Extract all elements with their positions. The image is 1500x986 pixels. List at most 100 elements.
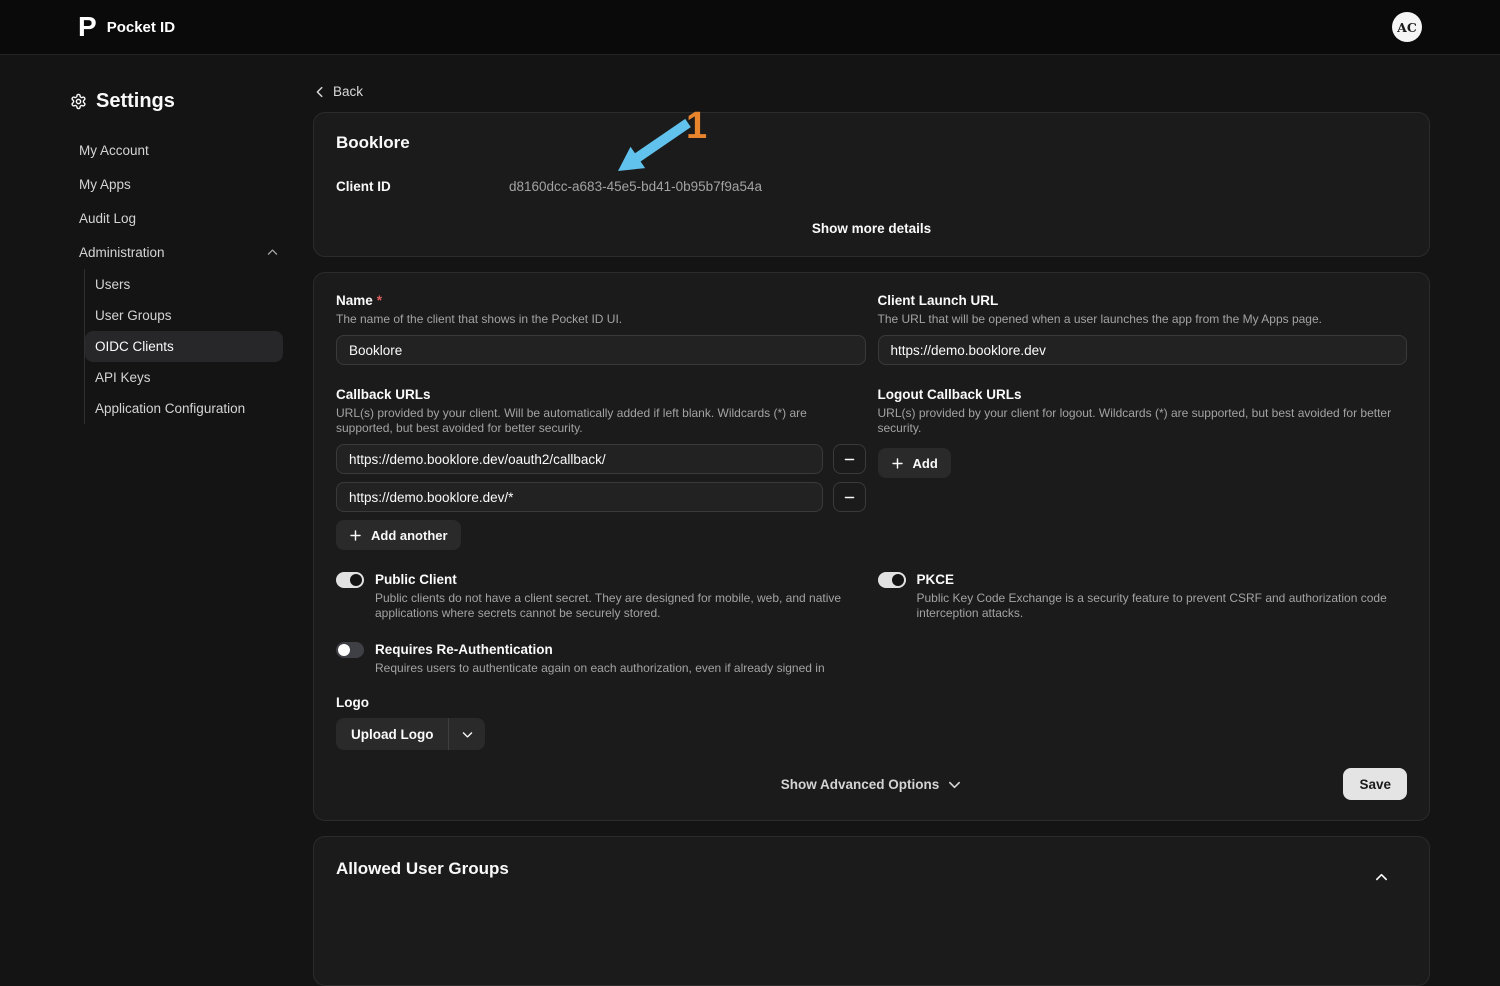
sidebar-item-api-keys[interactable]: API Keys (85, 362, 283, 393)
client-edit-card: Name * The name of the client that shows… (313, 272, 1430, 821)
sidebar-item-label: My Account (79, 143, 149, 158)
show-advanced-options-label: Show Advanced Options (781, 777, 940, 792)
upload-logo-split-button: Upload Logo (336, 718, 485, 750)
callback-url-row (336, 482, 866, 512)
sidebar-title: Settings (70, 90, 283, 113)
sidebar-item-label: My Apps (79, 177, 131, 192)
logo-field-group: Logo Upload Logo (336, 695, 866, 750)
form-footer: Show Advanced Options Save (336, 768, 1407, 800)
save-button[interactable]: Save (1343, 768, 1407, 800)
allowed-user-groups-title: Allowed User Groups (336, 859, 509, 879)
show-more-details-button[interactable]: Show more details (336, 221, 1407, 236)
left-toggles-group: Public Client Public clients do not have… (336, 572, 866, 750)
client-id-value: d8160dcc-a683-45e5-bd41-0b95b7f9a54a (509, 179, 762, 194)
callback-url-input-2[interactable] (336, 482, 823, 512)
client-id-row: Client ID d8160dcc-a683-45e5-bd41-0b95b7… (336, 179, 1407, 194)
sidebar-item-label: Audit Log (79, 211, 136, 226)
top-bar: P Pocket ID AC (0, 0, 1500, 55)
callback-url-row (336, 444, 866, 474)
toggle-knob (338, 644, 350, 656)
callback-urls-description: URL(s) provided by your client. Will be … (336, 406, 866, 436)
upload-logo-menu-button[interactable] (449, 718, 485, 750)
back-link[interactable]: Back (313, 84, 363, 99)
client-summary-card: Booklore Client ID d8160dcc-a683-45e5-bd… (313, 112, 1430, 257)
minus-icon (843, 453, 856, 466)
logo-label: Logo (336, 695, 866, 711)
chevron-down-icon (947, 777, 962, 792)
chevron-down-icon (461, 728, 474, 741)
sidebar-item-user-groups[interactable]: User Groups (85, 300, 283, 331)
launch-url-description: The URL that will be opened when a user … (878, 312, 1408, 327)
pkce-toggle[interactable] (878, 572, 906, 588)
sidebar-item-my-apps[interactable]: My Apps (70, 167, 283, 201)
public-client-description: Public clients do not have a client secr… (375, 591, 855, 621)
sidebar-item-audit-log[interactable]: Audit Log (70, 201, 283, 235)
add-another-label: Add another (371, 528, 448, 543)
gear-icon (70, 93, 87, 110)
public-client-label: Public Client (375, 572, 855, 588)
public-client-toggle-group: Public Client Public clients do not have… (336, 572, 866, 621)
requires-reauth-toggle[interactable] (336, 642, 364, 658)
pocket-id-logo-icon: P (78, 13, 97, 41)
sidebar-item-label: API Keys (95, 370, 151, 385)
sidebar-item-label: OIDC Clients (95, 339, 174, 354)
callback-url-input-1[interactable] (336, 444, 823, 474)
sidebar-title-label: Settings (96, 90, 175, 113)
plus-icon (349, 529, 362, 542)
required-asterisk: * (377, 293, 382, 309)
brand-name: Pocket ID (107, 19, 175, 36)
plus-icon (891, 457, 904, 470)
logout-callback-urls-group: Logout Callback URLs URL(s) provided by … (878, 387, 1408, 550)
pkce-toggle-group: PKCE Public Key Code Exchange is a secur… (878, 572, 1408, 750)
public-client-toggle[interactable] (336, 572, 364, 588)
pkce-label: PKCE (917, 572, 1397, 588)
remove-callback-url-button-1[interactable] (833, 444, 866, 474)
brand[interactable]: P Pocket ID (78, 13, 175, 41)
name-label: Name * (336, 293, 866, 309)
allowed-user-groups-card: Allowed User Groups (313, 836, 1430, 986)
chevron-up-icon (266, 246, 279, 259)
sidebar-item-label: Administration (79, 245, 165, 260)
callback-urls-label: Callback URLs (336, 387, 866, 403)
user-avatar[interactable]: AC (1392, 12, 1422, 42)
launch-url-input[interactable] (878, 335, 1408, 365)
launch-url-label: Client Launch URL (878, 293, 1408, 309)
main-content: 1 Back Booklore Client ID d8160dcc-a683-… (313, 55, 1500, 895)
name-input[interactable] (336, 335, 866, 365)
add-another-callback-button[interactable]: Add another (336, 520, 461, 550)
sidebar-item-label: Users (95, 277, 130, 292)
sidebar-item-label: User Groups (95, 308, 172, 323)
sidebar-item-users[interactable]: Users (85, 269, 283, 300)
pkce-description: Public Key Code Exchange is a security f… (917, 591, 1397, 621)
chevron-up-icon[interactable] (1374, 870, 1389, 885)
upload-logo-button[interactable]: Upload Logo (336, 718, 448, 750)
callback-urls-group: Callback URLs URL(s) provided by your cl… (336, 387, 866, 550)
sidebar-item-label: Application Configuration (95, 401, 245, 416)
client-id-label: Client ID (336, 179, 509, 194)
sidebar-item-administration[interactable]: Administration (70, 235, 283, 269)
logout-callback-urls-label: Logout Callback URLs (878, 387, 1408, 403)
back-label: Back (333, 84, 363, 99)
sidebar-nav: My Account My Apps Audit Log Administrat… (70, 133, 283, 424)
add-logout-callback-button[interactable]: Add (878, 448, 951, 478)
remove-callback-url-button-2[interactable] (833, 482, 866, 512)
requires-reauth-label: Requires Re-Authentication (375, 642, 825, 658)
toggle-knob (350, 574, 362, 586)
avatar-initials: AC (1397, 20, 1417, 35)
show-advanced-options-button[interactable]: Show Advanced Options (781, 777, 963, 792)
launch-url-field-group: Client Launch URL The URL that will be o… (878, 293, 1408, 365)
requires-reauth-toggle-group: Requires Re-Authentication Requires user… (336, 642, 866, 676)
add-label: Add (913, 456, 938, 471)
name-field-group: Name * The name of the client that shows… (336, 293, 866, 365)
requires-reauth-description: Requires users to authenticate again on … (375, 661, 825, 676)
minus-icon (843, 491, 856, 504)
sidebar-item-my-account[interactable]: My Account (70, 133, 283, 167)
logout-callback-urls-description: URL(s) provided by your client for logou… (878, 406, 1408, 436)
sidebar-item-oidc-clients[interactable]: OIDC Clients (85, 331, 283, 362)
name-description: The name of the client that shows in the… (336, 312, 866, 327)
chevron-left-icon (313, 85, 327, 99)
toggle-knob (892, 574, 904, 586)
client-title: Booklore (336, 133, 1407, 153)
sidebar-item-application-configuration[interactable]: Application Configuration (85, 393, 283, 424)
settings-sidebar: Settings My Account My Apps Audit Log Ad… (0, 55, 313, 895)
